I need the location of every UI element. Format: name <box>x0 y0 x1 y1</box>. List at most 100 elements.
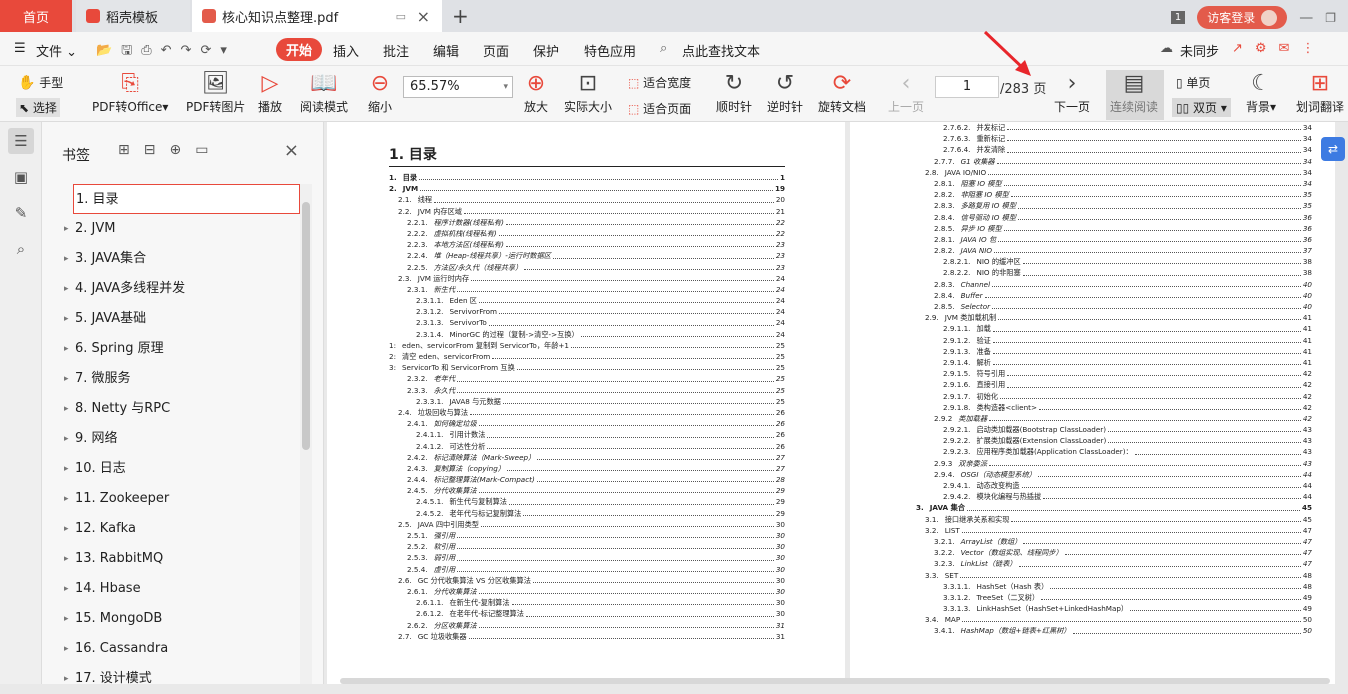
bookmark-item[interactable]: ▸ 16. Cassandra <box>60 634 300 664</box>
scrollbar-thumb[interactable] <box>302 202 310 450</box>
toc-row[interactable]: 2.9.4.2. 模块化编程与热插拔 44 <box>916 491 1312 502</box>
bookmark-item[interactable]: ▸ 8. Netty 与RPC <box>60 394 300 424</box>
read-mode-button[interactable]: 📖 阅读模式 <box>300 70 348 115</box>
toc-row[interactable]: 2.8.4. Buffer 40 <box>916 290 1312 301</box>
toc-row[interactable]: 2.4. 垃圾回收与算法 26 <box>389 407 785 418</box>
share-settings-icons[interactable]: ↗⚙✉⋮ <box>1232 41 1326 56</box>
bookmark-panel-icon[interactable]: ☰ <box>8 128 34 154</box>
rotate-doc-button[interactable]: ⟳ 旋转文档 <box>818 70 866 115</box>
toc-row[interactable]: 3.2.3. LinkList（链表） 47 <box>916 558 1312 569</box>
annotation-icon[interactable]: ✎ <box>8 200 34 226</box>
bookmark-item[interactable]: ▸ 13. RabbitMQ <box>60 544 300 574</box>
toc-row[interactable]: 2.8.1. 阻塞 IO 模型 34 <box>916 178 1312 189</box>
bookmark-item[interactable]: 1. 目录 <box>73 184 300 214</box>
expand-caret-icon[interactable]: ▸ <box>64 604 69 634</box>
toc-row[interactable]: 2.8.2.1. NIO 的缓冲区 38 <box>916 256 1312 267</box>
menu-edit[interactable]: 编辑 <box>433 41 459 60</box>
toc-row[interactable]: 3.3. SET 48 <box>916 570 1312 581</box>
sync-status[interactable]: 未同步 <box>1180 41 1219 60</box>
find-text[interactable]: 点此查找文本 <box>682 41 760 60</box>
toc-row[interactable]: 2.8.4. 信号驱动 IO 模型 36 <box>916 212 1312 223</box>
toc-row[interactable]: 2.3. JVM 运行时内存 24 <box>389 273 785 284</box>
toc-row[interactable]: 2.1. 线程 20 <box>389 194 785 205</box>
toc-row[interactable]: 3. JAVA 集合 45 <box>916 502 1312 513</box>
bookmark-item[interactable]: ▸ 15. MongoDB <box>60 604 300 634</box>
toc-row[interactable]: 2.9.1.8. 类构造器<client> 42 <box>916 402 1312 413</box>
toc-row[interactable]: 3.1. 接口继承关系和实现 45 <box>916 514 1312 525</box>
float-window-icon[interactable]: ▭ <box>396 10 406 23</box>
expand-caret-icon[interactable]: ▸ <box>64 634 69 664</box>
expand-caret-icon[interactable]: ▸ <box>64 454 69 484</box>
expand-caret-icon[interactable]: ▸ <box>64 394 69 424</box>
toc-row[interactable]: 1. 目录 1 <box>389 172 785 183</box>
toc-row[interactable]: 2.2.4. 堆（Heap-线程共享）-运行时数据区 23 <box>389 250 785 261</box>
toc-row[interactable]: 2.4.1.1. 引用计数法 26 <box>389 429 785 440</box>
expand-caret-icon[interactable]: ▸ <box>64 574 69 604</box>
menu-annotate[interactable]: 批注 <box>383 41 409 60</box>
expand-caret-icon[interactable]: ▸ <box>64 274 69 304</box>
toc-row[interactable]: 2.4.1.2. 可达性分析 26 <box>389 441 785 452</box>
toc-row[interactable]: 2.9. JVM 类加载机制 41 <box>916 312 1312 323</box>
tab-home[interactable]: 首页 <box>0 0 72 32</box>
expand-caret-icon[interactable]: ▸ <box>64 544 69 574</box>
toc-row[interactable]: 2.5.3. 弱引用 30 <box>389 552 785 563</box>
login-button[interactable]: 访客登录 <box>1197 6 1288 29</box>
toc-row[interactable]: 2.8.3. 多路复用 IO 模型 35 <box>916 200 1312 211</box>
fit-width-button[interactable]: ⬚ 适合宽度 <box>628 74 691 91</box>
toc-row[interactable]: 2.4.5.2. 老年代与标记复制算法 29 <box>389 508 785 519</box>
bookmark-item[interactable]: ▸ 7. 微服务 <box>60 364 300 394</box>
thumbnail-icon[interactable]: ▣ <box>8 164 34 190</box>
expand-caret-icon[interactable]: ▸ <box>64 244 69 274</box>
select-tool[interactable]: ⬉ 选择 <box>16 98 60 117</box>
expand-caret-icon[interactable]: ▸ <box>64 424 69 454</box>
toc-row[interactable]: 2.6.1.1. 在新生代-复制算法 30 <box>389 597 785 608</box>
bookmark-tools-icons[interactable]: ⊞⊟⊕▭ <box>118 142 222 158</box>
bookmark-item[interactable]: ▸ 12. Kafka <box>60 514 300 544</box>
bookmark-item[interactable]: ▸ 2. JVM <box>60 214 300 244</box>
bookmark-item[interactable]: ▸ 4. JAVA多线程并发 <box>60 274 300 304</box>
toc-row[interactable]: 1: eden、servicorFrom 复制到 ServicorTo，年龄+1 2… <box>389 340 785 351</box>
toc-row[interactable]: 2.4.3. 复制算法（copying） 27 <box>389 463 785 474</box>
toc-row[interactable]: 2.9.1.6. 直接引用 42 <box>916 379 1312 390</box>
toc-row[interactable]: 2.7. GC 垃圾收集器 31 <box>389 631 785 642</box>
tab-document[interactable]: 核心知识点整理.pdf ▭ × <box>192 0 442 32</box>
add-tab-icon[interactable]: + <box>452 4 469 28</box>
horizontal-scrollbar[interactable] <box>340 678 1330 684</box>
toc-row[interactable]: 2: 清空 eden、servicorFrom 25 <box>389 351 785 362</box>
toc-row[interactable]: 2.9.2.1. 启动类加载器(Bootstrap ClassLoader) 43 <box>916 424 1312 435</box>
bookmark-item[interactable]: ▸ 3. JAVA集合 <box>60 244 300 274</box>
toc-row[interactable]: 2.5. JAVA 四中引用类型 30 <box>389 519 785 530</box>
toc-row[interactable]: 3.2.1. ArrayList（数组） 47 <box>916 536 1312 547</box>
expand-caret-icon[interactable]: ▸ <box>64 334 69 364</box>
expand-caret-icon[interactable]: ▸ <box>64 484 69 514</box>
toc-row[interactable]: 2.2.1. 程序计数器(线程私有) 22 <box>389 217 785 228</box>
expand-caret-icon[interactable]: ▸ <box>64 514 69 544</box>
toc-row[interactable]: 2.3.1.4. MinorGC 的过程（复制->清空->互换） 24 <box>389 329 785 340</box>
toc-row[interactable]: 2.6.1. 分代收集算法 30 <box>389 586 785 597</box>
fit-page-button[interactable]: ⬚ 适合页面 <box>628 100 691 117</box>
tab-template[interactable]: 稻壳模板 <box>76 0 190 32</box>
toc-row[interactable]: 3.2.2. Vector（数组实现、线程同步） 47 <box>916 547 1312 558</box>
toc-row[interactable]: 2.9.1.3. 准备 41 <box>916 346 1312 357</box>
play-button[interactable]: ▷ 播放 <box>258 70 282 115</box>
toc-row[interactable]: 2.9.2.2. 扩展类加载器(Extension ClassLoader) 43 <box>916 435 1312 446</box>
zoom-in-button[interactable]: ⊕ 放大 <box>524 70 548 115</box>
pdf-to-office-button[interactable]: ⎘ PDF转Office▾ <box>92 70 168 115</box>
toc-row[interactable]: 2.9.1.1. 加载 41 <box>916 323 1312 334</box>
expand-caret-icon[interactable]: ▸ <box>64 364 69 394</box>
toc-row[interactable]: 3.4.1. HashMap（数组+链表+红黑树） 50 <box>916 625 1312 636</box>
minimize-icon[interactable]: — <box>1299 10 1313 26</box>
single-page-button[interactable]: ▯ 单页 <box>1176 74 1210 91</box>
bookmark-item[interactable]: ▸ 6. Spring 原理 <box>60 334 300 364</box>
toc-row[interactable]: 2.6. GC 分代收集算法 VS 分区收集算法 30 <box>389 575 785 586</box>
toc-row[interactable]: 2.9.2.3. 应用程序类加载器(Application ClassLoader… <box>916 446 1312 457</box>
toc-row[interactable]: 2.8. JAVA IO/NIO 34 <box>916 167 1312 178</box>
window-count-badge[interactable]: 1 <box>1170 11 1186 24</box>
toc-row[interactable]: 2.2.3. 本地方法区(线程私有) 23 <box>389 239 785 250</box>
toc-row[interactable]: 2.9.1.5. 符号引用 42 <box>916 368 1312 379</box>
toc-row[interactable]: 2.8.2. JAVA NIO 37 <box>916 245 1312 256</box>
zoom-input[interactable]: 65.57% ▾ <box>403 76 513 98</box>
menu-file[interactable]: 文件 ⌄ <box>36 41 77 60</box>
toc-row[interactable]: 2.2.2. 虚拟机栈(线程私有) 22 <box>389 228 785 239</box>
toc-row[interactable]: 2.5.4. 虚引用 30 <box>389 564 785 575</box>
